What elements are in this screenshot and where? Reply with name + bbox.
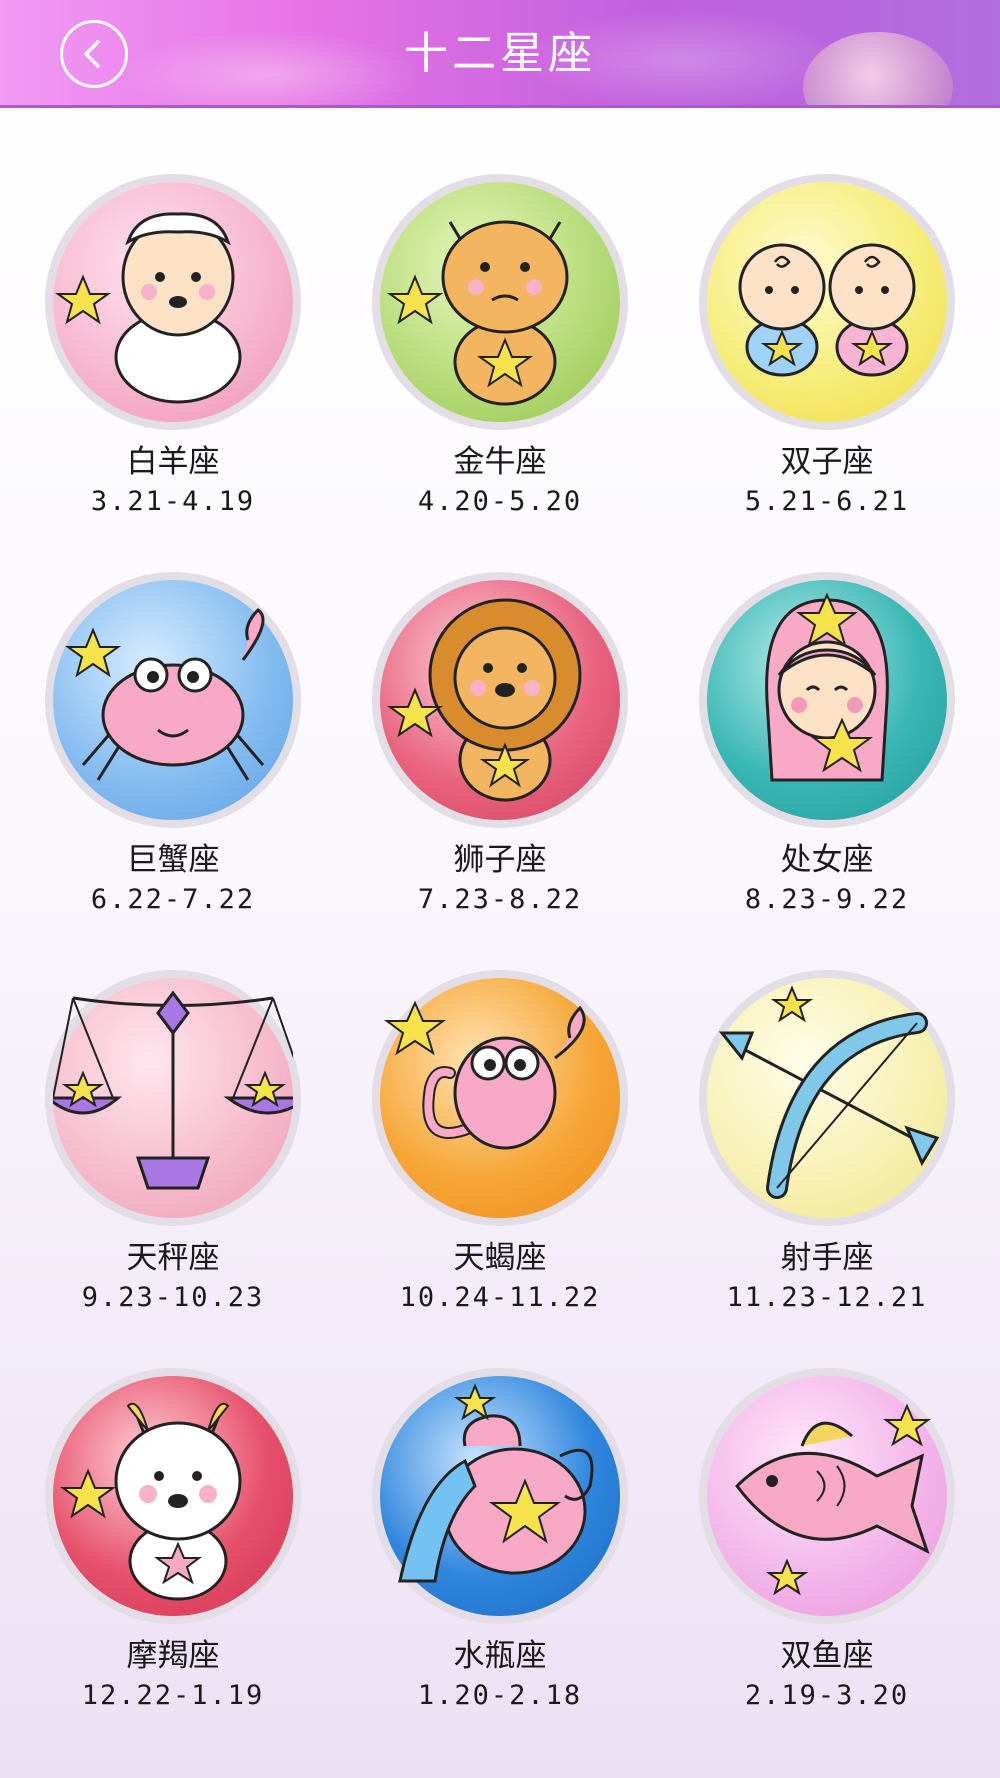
zodiac-name: 水瓶座 — [453, 1638, 547, 1674]
zodiac-item-gemini[interactable]: 双子座 5.21-6.21 — [664, 170, 991, 568]
zodiac-item-virgo[interactable]: 处女座 8.23-9.22 — [664, 568, 991, 966]
lion-icon[interactable] — [380, 580, 620, 820]
bow-arrow-icon[interactable] — [707, 978, 947, 1218]
zodiac-name: 双鱼座 — [780, 1638, 874, 1674]
zodiac-item-cancer[interactable]: 巨蟹座 6.22-7.22 — [10, 568, 337, 966]
zodiac-date: 2.19-3.20 — [744, 1680, 910, 1711]
zodiac-date: 3.21-4.19 — [90, 486, 256, 517]
crab-icon[interactable] — [53, 580, 293, 820]
zodiac-date: 11.23-12.21 — [726, 1282, 928, 1313]
app-header: 十二星座 — [0, 0, 1000, 108]
zodiac-name: 白羊座 — [126, 444, 220, 480]
ram-icon[interactable] — [53, 182, 293, 422]
zodiac-name: 天蝎座 — [453, 1240, 547, 1276]
zodiac-item-pisces[interactable]: 双鱼座 2.19-3.20 — [664, 1364, 991, 1762]
zodiac-date: 1.20-2.18 — [417, 1680, 583, 1711]
maiden-icon[interactable] — [707, 580, 947, 820]
bull-icon[interactable] — [380, 182, 620, 422]
zodiac-item-capricorn[interactable]: 摩羯座 12.22-1.19 — [10, 1364, 337, 1762]
zodiac-item-scorpio[interactable]: 天蝎座 10.24-11.22 — [337, 966, 664, 1364]
scales-icon[interactable] — [53, 978, 293, 1218]
zodiac-item-leo[interactable]: 狮子座 7.23-8.22 — [337, 568, 664, 966]
zodiac-item-taurus[interactable]: 金牛座 4.20-5.20 — [337, 170, 664, 568]
zodiac-date: 5.21-6.21 — [744, 486, 910, 517]
twins-icon[interactable] — [707, 182, 947, 422]
zodiac-date: 9.23-10.23 — [81, 1282, 265, 1313]
zodiac-date: 6.22-7.22 — [90, 884, 256, 915]
zodiac-name: 天秤座 — [126, 1240, 220, 1276]
zodiac-date: 10.24-11.22 — [399, 1282, 601, 1313]
zodiac-name: 巨蟹座 — [126, 842, 220, 878]
zodiac-name: 双子座 — [780, 444, 874, 480]
zodiac-item-aquarius[interactable]: 水瓶座 1.20-2.18 — [337, 1364, 664, 1762]
scorpion-icon[interactable] — [380, 978, 620, 1218]
zodiac-name: 射手座 — [780, 1240, 874, 1276]
zodiac-name: 处女座 — [780, 842, 874, 878]
zodiac-date: 12.22-1.19 — [81, 1680, 265, 1711]
page-title: 十二星座 — [404, 28, 596, 79]
zodiac-item-aries[interactable]: 白羊座 3.21-4.19 — [10, 170, 337, 568]
water-jar-icon[interactable] — [380, 1376, 620, 1616]
zodiac-date: 7.23-8.22 — [417, 884, 583, 915]
zodiac-name: 狮子座 — [453, 842, 547, 878]
goat-icon[interactable] — [53, 1376, 293, 1616]
zodiac-item-libra[interactable]: 天秤座 9.23-10.23 — [10, 966, 337, 1364]
zodiac-date: 8.23-9.22 — [744, 884, 910, 915]
zodiac-grid: 白羊座 3.21-4.19 金牛座 4.20-5.20 双子座 5.21-6.2… — [0, 170, 1000, 1762]
zodiac-item-sagittarius[interactable]: 射手座 11.23-12.21 — [664, 966, 991, 1364]
zodiac-name: 摩羯座 — [126, 1638, 220, 1674]
fish-icon[interactable] — [707, 1376, 947, 1616]
zodiac-date: 4.20-5.20 — [417, 486, 583, 517]
zodiac-name: 金牛座 — [453, 444, 547, 480]
